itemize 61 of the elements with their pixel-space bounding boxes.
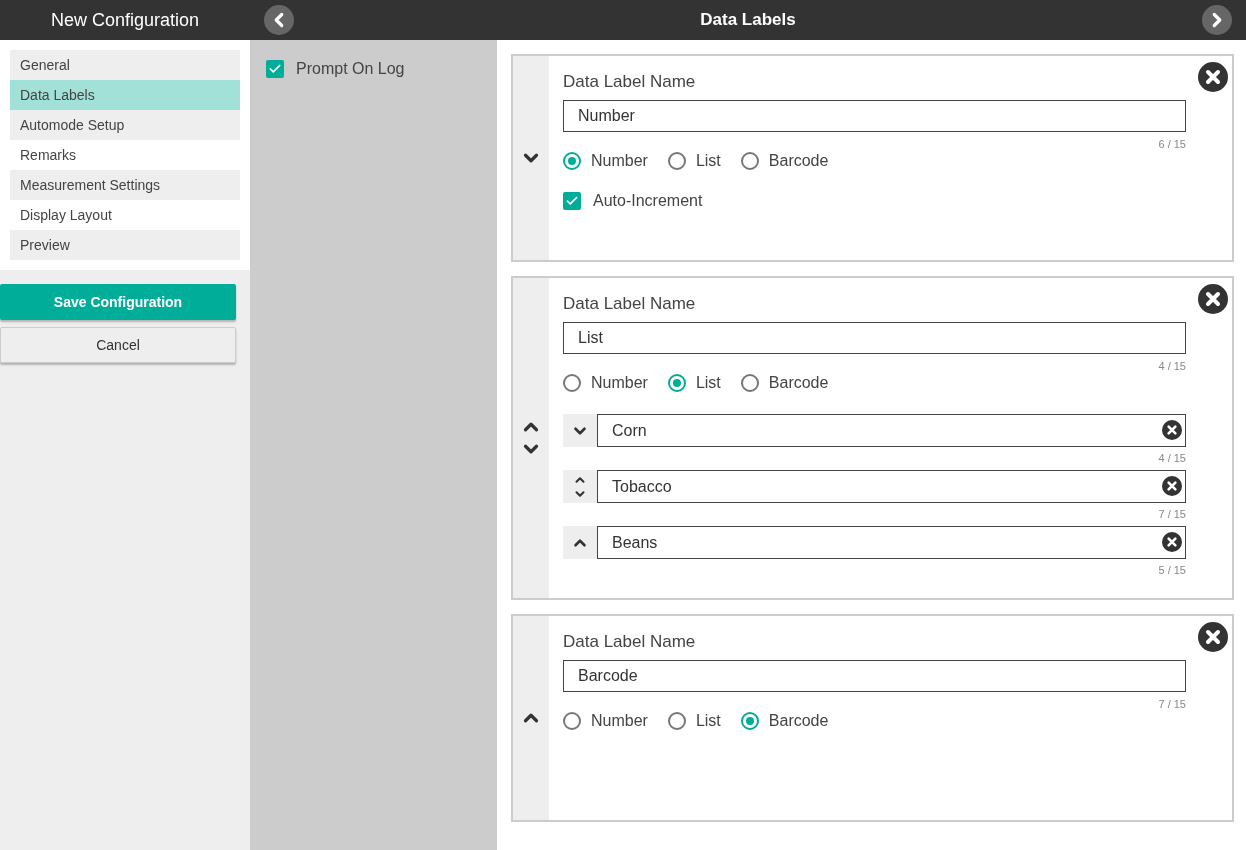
- radio-button[interactable]: [563, 152, 581, 170]
- page-title: Data Labels: [700, 10, 796, 30]
- radio-button[interactable]: [740, 152, 759, 170]
- close-button[interactable]: [1198, 284, 1228, 314]
- character-counter: 4 / 15: [1158, 360, 1186, 372]
- radio-button[interactable]: [563, 712, 581, 730]
- list-item-field[interactable]: Tobacco: [597, 470, 1186, 503]
- close-icon: [1198, 622, 1228, 652]
- character-counter: 7 / 15: [1158, 698, 1186, 710]
- name-input[interactable]: List: [563, 322, 1186, 354]
- character-counter: 5 / 15: [1158, 564, 1186, 576]
- character-counter: 7 / 15: [1158, 508, 1186, 520]
- radio-button[interactable]: [667, 712, 686, 730]
- close-icon: [1198, 284, 1228, 314]
- radio-label: Number: [591, 712, 648, 730]
- field-label: Data Label Name: [563, 72, 697, 92]
- sidebar-item[interactable]: Data Labels: [10, 80, 240, 110]
- forward-button[interactable]: [1202, 5, 1232, 35]
- radio-label: Number: [591, 374, 648, 392]
- close-button[interactable]: [1198, 62, 1228, 92]
- list-item-field[interactable]: Beans: [597, 526, 1186, 559]
- sidebar-item[interactable]: Automode Setup: [10, 110, 240, 140]
- character-counter: 4 / 15: [1158, 452, 1186, 464]
- close-icon: [1198, 62, 1228, 92]
- checkbox-label: Auto-Increment: [593, 192, 703, 210]
- app-title: New Configuration: [0, 0, 250, 40]
- name-input[interactable]: Number: [563, 100, 1186, 132]
- radio-button[interactable]: [667, 374, 686, 392]
- name-input[interactable]: Barcode: [563, 660, 1186, 692]
- clear-icon[interactable]: [1162, 532, 1182, 552]
- sidebar-item[interactable]: Measurement Settings: [10, 170, 240, 200]
- radio-button[interactable]: [740, 712, 759, 730]
- radio-button[interactable]: [667, 152, 686, 170]
- clear-icon[interactable]: [1162, 420, 1182, 440]
- checkbox[interactable]: [563, 192, 581, 210]
- radio-button[interactable]: [563, 374, 581, 392]
- checkbox-label: Prompt On Log: [296, 60, 405, 78]
- check-icon: [565, 194, 579, 208]
- radio-label: Number: [591, 152, 648, 170]
- sidebar-item[interactable]: General: [10, 50, 240, 80]
- drag-handle[interactable]: [563, 470, 597, 503]
- list-item-field[interactable]: Corn: [597, 414, 1186, 447]
- radio-label: List: [695, 152, 721, 170]
- back-button[interactable]: [264, 5, 294, 35]
- check-icon: [268, 62, 282, 76]
- radio-label: Barcode: [768, 152, 829, 170]
- radio-label: Barcode: [768, 712, 829, 730]
- field-label: Data Label Name: [563, 632, 697, 652]
- clear-icon[interactable]: [1162, 476, 1182, 496]
- cancel-button[interactable]: Cancel: [0, 327, 236, 363]
- drag-handle[interactable]: [563, 414, 597, 447]
- character-counter: 6 / 15: [1158, 138, 1186, 150]
- field-label: Data Label Name: [563, 294, 697, 314]
- radio-label: List: [695, 374, 721, 392]
- radio-button[interactable]: [740, 374, 759, 392]
- sidebar-item[interactable]: Preview: [10, 230, 240, 260]
- radio-label: Barcode: [768, 374, 829, 392]
- close-button[interactable]: [1198, 622, 1228, 652]
- radio-label: List: [695, 712, 721, 730]
- checkbox[interactable]: [266, 60, 284, 78]
- drag-handle[interactable]: [563, 526, 597, 559]
